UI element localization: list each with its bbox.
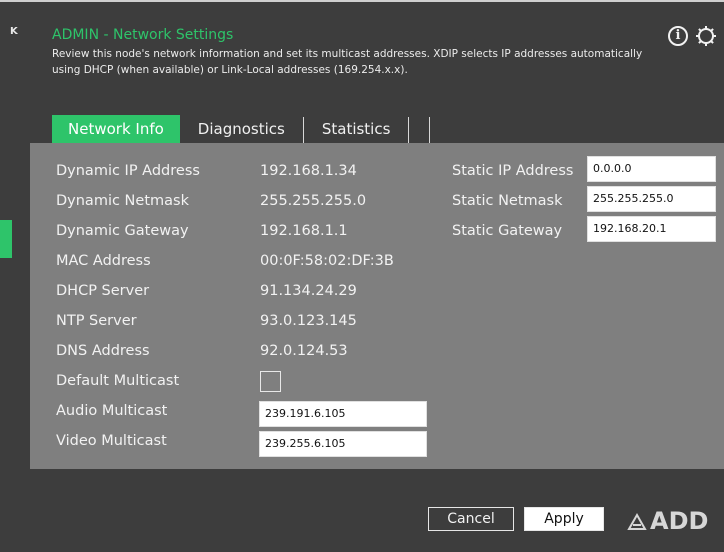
tab-diagnostics[interactable]: Diagnostics: [180, 115, 303, 143]
ntp-server-label: NTP Server: [56, 313, 137, 329]
tab-statistics[interactable]: Statistics: [304, 115, 409, 143]
dynamic-ip-label: Dynamic IP Address: [56, 163, 200, 179]
static-ip-input[interactable]: 0.0.0.0: [587, 156, 716, 182]
apply-button[interactable]: Apply: [524, 507, 604, 531]
top-divider: [0, 0, 724, 2]
audio-multicast-input[interactable]: 239.191.6.105: [259, 401, 427, 427]
dynamic-gateway-value: 192.168.1.1: [260, 223, 348, 239]
static-netmask-label: Static Netmask: [452, 193, 563, 209]
static-netmask-input[interactable]: 255.255.255.0: [587, 186, 716, 212]
tab-bar: Network Info Diagnostics Statistics: [52, 115, 431, 143]
sidebar-active-marker: [0, 220, 12, 258]
gear-icon[interactable]: [694, 24, 718, 48]
default-multicast-label: Default Multicast: [56, 373, 180, 389]
tab-separator: [429, 117, 431, 143]
adder-logo-icon: [627, 512, 647, 530]
dhcp-server-label: DHCP Server: [56, 283, 150, 299]
dns-address-value: 92.0.124.53: [260, 343, 348, 359]
dynamic-netmask-value: 255.255.255.0: [260, 193, 367, 209]
tab-spacer: [409, 115, 429, 143]
dynamic-ip-value: 192.168.1.34: [260, 163, 357, 179]
back-button[interactable]: K: [10, 26, 19, 37]
dynamic-gateway-label: Dynamic Gateway: [56, 223, 189, 239]
video-multicast-label: Video Multicast: [56, 433, 167, 449]
static-gateway-label: Static Gateway: [452, 223, 563, 239]
adder-logo-text: ADD: [650, 507, 709, 535]
static-ip-label: Static IP Address: [452, 163, 574, 179]
default-multicast-checkbox[interactable]: [260, 371, 281, 392]
page-title: ADMIN - Network Settings: [52, 27, 234, 43]
page-description: Review this node's network information a…: [52, 48, 643, 76]
dns-address-label: DNS Address: [56, 343, 150, 359]
mac-address-value: 00:0F:58:02:DF:3B: [260, 253, 394, 269]
audio-multicast-label: Audio Multicast: [56, 403, 168, 419]
mac-address-label: MAC Address: [56, 253, 151, 269]
dhcp-server-value: 91.134.24.29: [260, 283, 357, 299]
cancel-button[interactable]: Cancel: [428, 507, 514, 531]
info-icon[interactable]: i: [668, 26, 688, 46]
video-multicast-input[interactable]: 239.255.6.105: [259, 431, 427, 457]
tab-network-info[interactable]: Network Info: [52, 115, 180, 143]
static-gateway-input[interactable]: 192.168.20.1: [587, 216, 716, 242]
dynamic-netmask-label: Dynamic Netmask: [56, 193, 189, 209]
ntp-server-value: 93.0.123.145: [260, 313, 357, 329]
